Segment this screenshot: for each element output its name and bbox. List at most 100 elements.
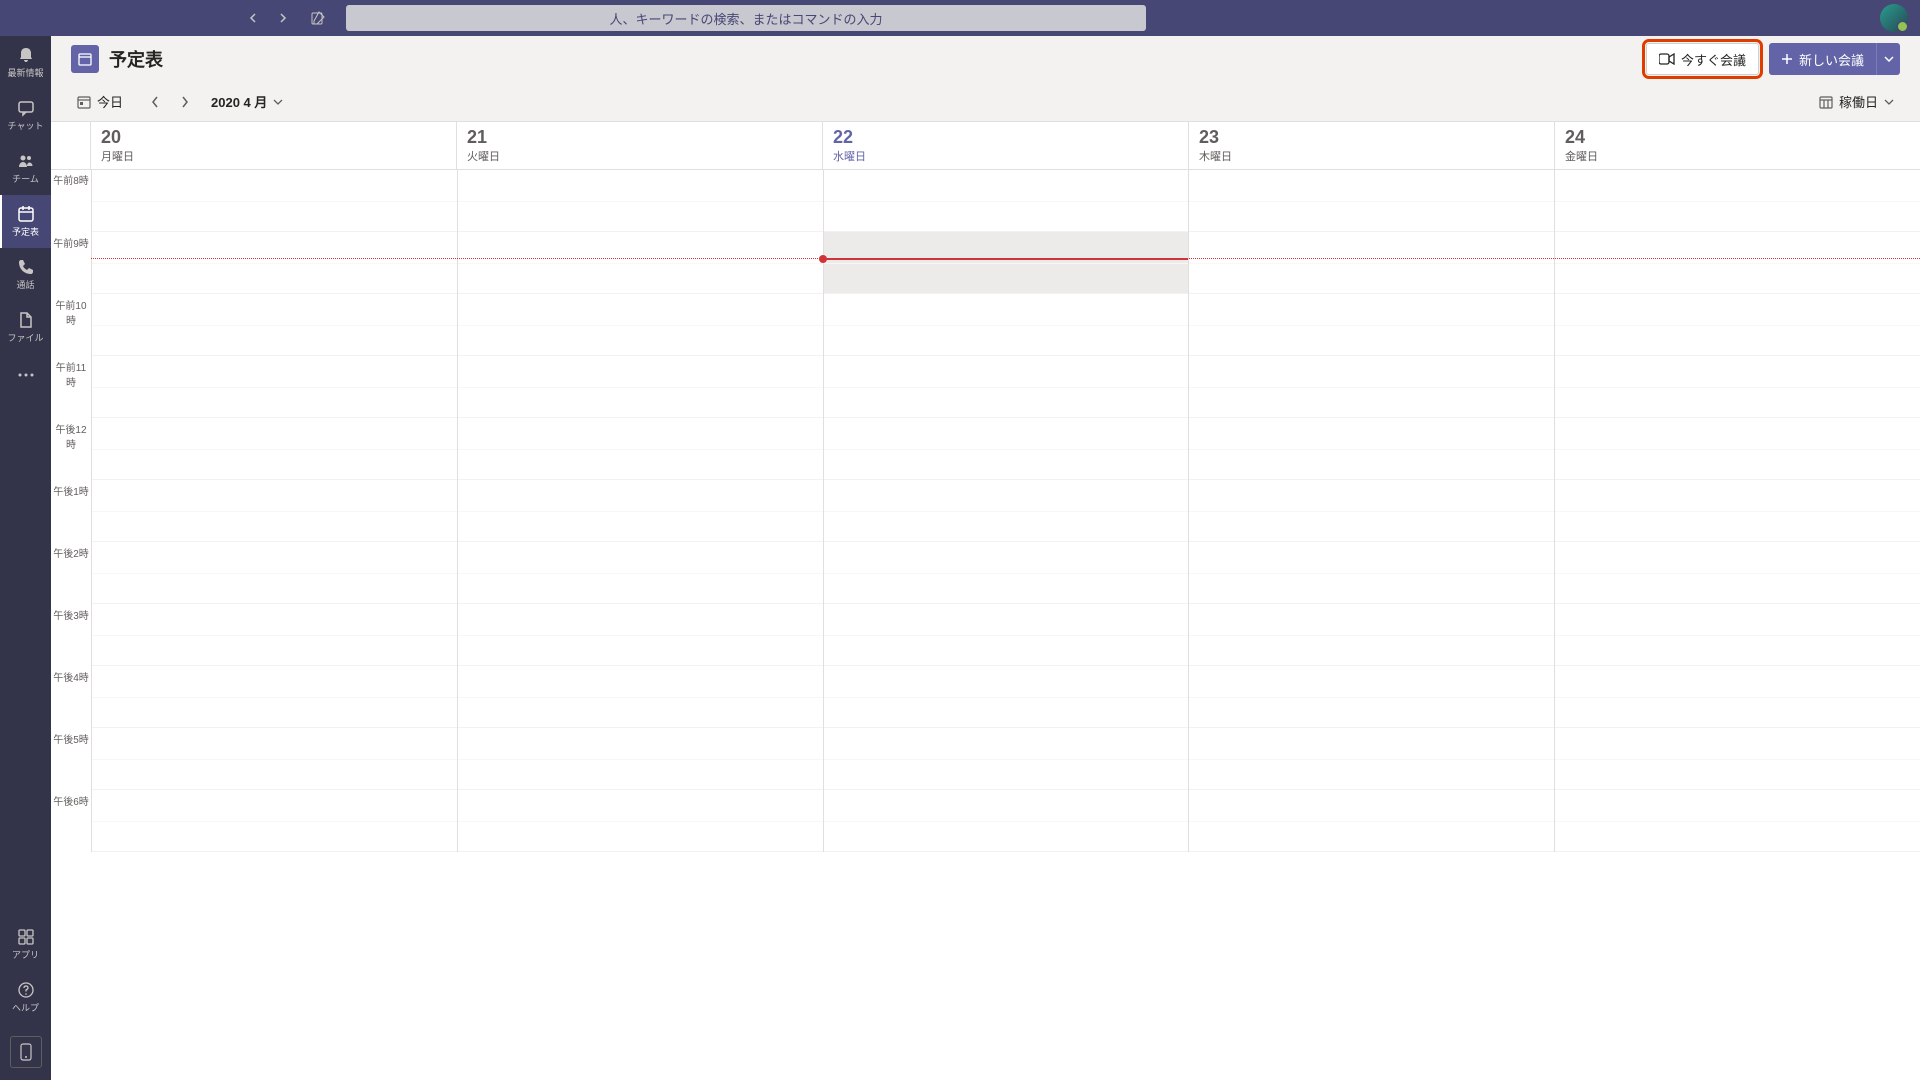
day-header[interactable]: 21火曜日 xyxy=(457,122,823,169)
sidebar-item-calendar[interactable]: 予定表 xyxy=(0,195,51,248)
hour-cell[interactable] xyxy=(92,666,457,728)
new-meeting-dropdown[interactable] xyxy=(1876,43,1900,75)
day-name: 火曜日 xyxy=(467,148,812,164)
hour-cell[interactable] xyxy=(458,604,823,666)
day-column[interactable] xyxy=(457,170,823,852)
hour-cell[interactable] xyxy=(92,728,457,790)
hour-cell[interactable] xyxy=(1189,728,1554,790)
hour-cell[interactable] xyxy=(92,418,457,480)
month-selector[interactable]: 2020 4 月 xyxy=(211,92,283,111)
hour-cell[interactable] xyxy=(1189,790,1554,852)
hour-cell[interactable] xyxy=(1555,790,1920,852)
hour-cell[interactable] xyxy=(92,604,457,666)
hour-cell[interactable] xyxy=(458,294,823,356)
day-column[interactable] xyxy=(823,170,1189,852)
day-column[interactable] xyxy=(1188,170,1554,852)
hour-cell[interactable] xyxy=(458,170,823,232)
hour-cell[interactable] xyxy=(458,232,823,294)
mobile-icon xyxy=(19,1043,33,1061)
hour-cell[interactable] xyxy=(458,480,823,542)
today-button[interactable]: 今日 xyxy=(71,88,129,115)
day-column[interactable] xyxy=(1554,170,1920,852)
hour-cell[interactable] xyxy=(1555,418,1920,480)
today-icon xyxy=(77,95,91,109)
sidebar-item-label: アプリ xyxy=(12,948,39,961)
hour-cell[interactable] xyxy=(458,542,823,604)
meet-now-button[interactable]: 今すぐ会議 xyxy=(1646,43,1759,75)
day-number: 23 xyxy=(1199,128,1544,146)
hour-cell[interactable] xyxy=(1189,170,1554,232)
nav-forward-button[interactable] xyxy=(272,11,294,25)
sidebar-item-calls[interactable]: 通話 xyxy=(0,248,51,301)
hour-cell[interactable] xyxy=(824,604,1189,666)
plus-icon xyxy=(1781,53,1793,65)
hour-cell[interactable] xyxy=(1555,728,1920,790)
month-label: 2020 4 月 xyxy=(211,92,267,111)
hour-cell[interactable] xyxy=(824,356,1189,418)
hour-cell[interactable] xyxy=(824,728,1189,790)
hour-cell[interactable] xyxy=(824,418,1189,480)
hour-cell[interactable] xyxy=(824,542,1189,604)
hour-cell[interactable] xyxy=(92,356,457,418)
calendar-grid: 20月曜日21火曜日22水曜日23木曜日24金曜日 午前8時午前9時午前10時午… xyxy=(51,122,1920,1080)
hour-cell[interactable] xyxy=(458,790,823,852)
chevron-down-icon xyxy=(1884,56,1894,62)
sidebar-mobile-button[interactable] xyxy=(6,1030,45,1074)
sidebar-item-teams[interactable]: チーム xyxy=(0,142,51,195)
day-header[interactable]: 23木曜日 xyxy=(1189,122,1555,169)
hour-cell[interactable] xyxy=(824,232,1189,294)
hour-cell[interactable] xyxy=(92,542,457,604)
hour-cell[interactable] xyxy=(458,418,823,480)
hour-cell[interactable] xyxy=(824,170,1189,232)
new-meeting-button[interactable]: 新しい会議 xyxy=(1769,43,1876,75)
hour-cell[interactable] xyxy=(458,356,823,418)
sidebar-item-chat[interactable]: チャット xyxy=(0,89,51,142)
sidebar-item-activity[interactable]: 最新情報 xyxy=(0,36,51,89)
day-column[interactable] xyxy=(91,170,457,852)
hour-cell[interactable] xyxy=(1555,356,1920,418)
hour-cell[interactable] xyxy=(1555,542,1920,604)
hour-cell[interactable] xyxy=(92,480,457,542)
compose-icon[interactable] xyxy=(310,10,326,26)
sidebar-item-files[interactable]: ファイル xyxy=(0,301,51,354)
hour-cell[interactable] xyxy=(824,666,1189,728)
hour-cell[interactable] xyxy=(1555,294,1920,356)
hour-cell[interactable] xyxy=(1189,480,1554,542)
hour-cell[interactable] xyxy=(458,728,823,790)
hour-cell[interactable] xyxy=(1189,294,1554,356)
avatar[interactable] xyxy=(1880,4,1908,32)
nav-back-button[interactable] xyxy=(242,11,264,25)
sidebar-more-button[interactable] xyxy=(0,354,51,396)
day-header[interactable]: 24金曜日 xyxy=(1555,122,1920,169)
sidebar-item-apps[interactable]: アプリ xyxy=(0,918,51,971)
hour-cell[interactable] xyxy=(1189,418,1554,480)
hour-cell[interactable] xyxy=(92,170,457,232)
hour-cell[interactable] xyxy=(1555,170,1920,232)
hour-cell[interactable] xyxy=(1189,356,1554,418)
hour-cell[interactable] xyxy=(458,666,823,728)
hour-cell[interactable] xyxy=(1555,604,1920,666)
hour-cell[interactable] xyxy=(824,480,1189,542)
sidebar: 最新情報 チャット チーム 予定表 通話 xyxy=(0,36,51,1080)
hour-cell[interactable] xyxy=(1555,480,1920,542)
hour-cell[interactable] xyxy=(1189,542,1554,604)
hour-cell[interactable] xyxy=(92,790,457,852)
hour-cell[interactable] xyxy=(92,232,457,294)
hour-cell[interactable] xyxy=(1555,232,1920,294)
day-number: 24 xyxy=(1565,128,1910,146)
hour-cell[interactable] xyxy=(1555,666,1920,728)
prev-period-button[interactable] xyxy=(143,92,167,112)
hour-cell[interactable] xyxy=(824,790,1189,852)
hour-cell[interactable] xyxy=(824,294,1189,356)
hour-cell[interactable] xyxy=(1189,604,1554,666)
hour-cell[interactable] xyxy=(1189,666,1554,728)
sidebar-item-help[interactable]: ヘルプ xyxy=(0,971,51,1024)
hour-cell[interactable] xyxy=(92,294,457,356)
next-period-button[interactable] xyxy=(173,92,197,112)
help-icon xyxy=(17,981,35,999)
day-header[interactable]: 20月曜日 xyxy=(91,122,457,169)
day-header[interactable]: 22水曜日 xyxy=(823,122,1189,169)
search-input[interactable]: 人、キーワードの検索、またはコマンドの入力 xyxy=(346,5,1146,31)
view-selector[interactable]: 稼働日 xyxy=(1813,88,1900,115)
hour-cell[interactable] xyxy=(1189,232,1554,294)
